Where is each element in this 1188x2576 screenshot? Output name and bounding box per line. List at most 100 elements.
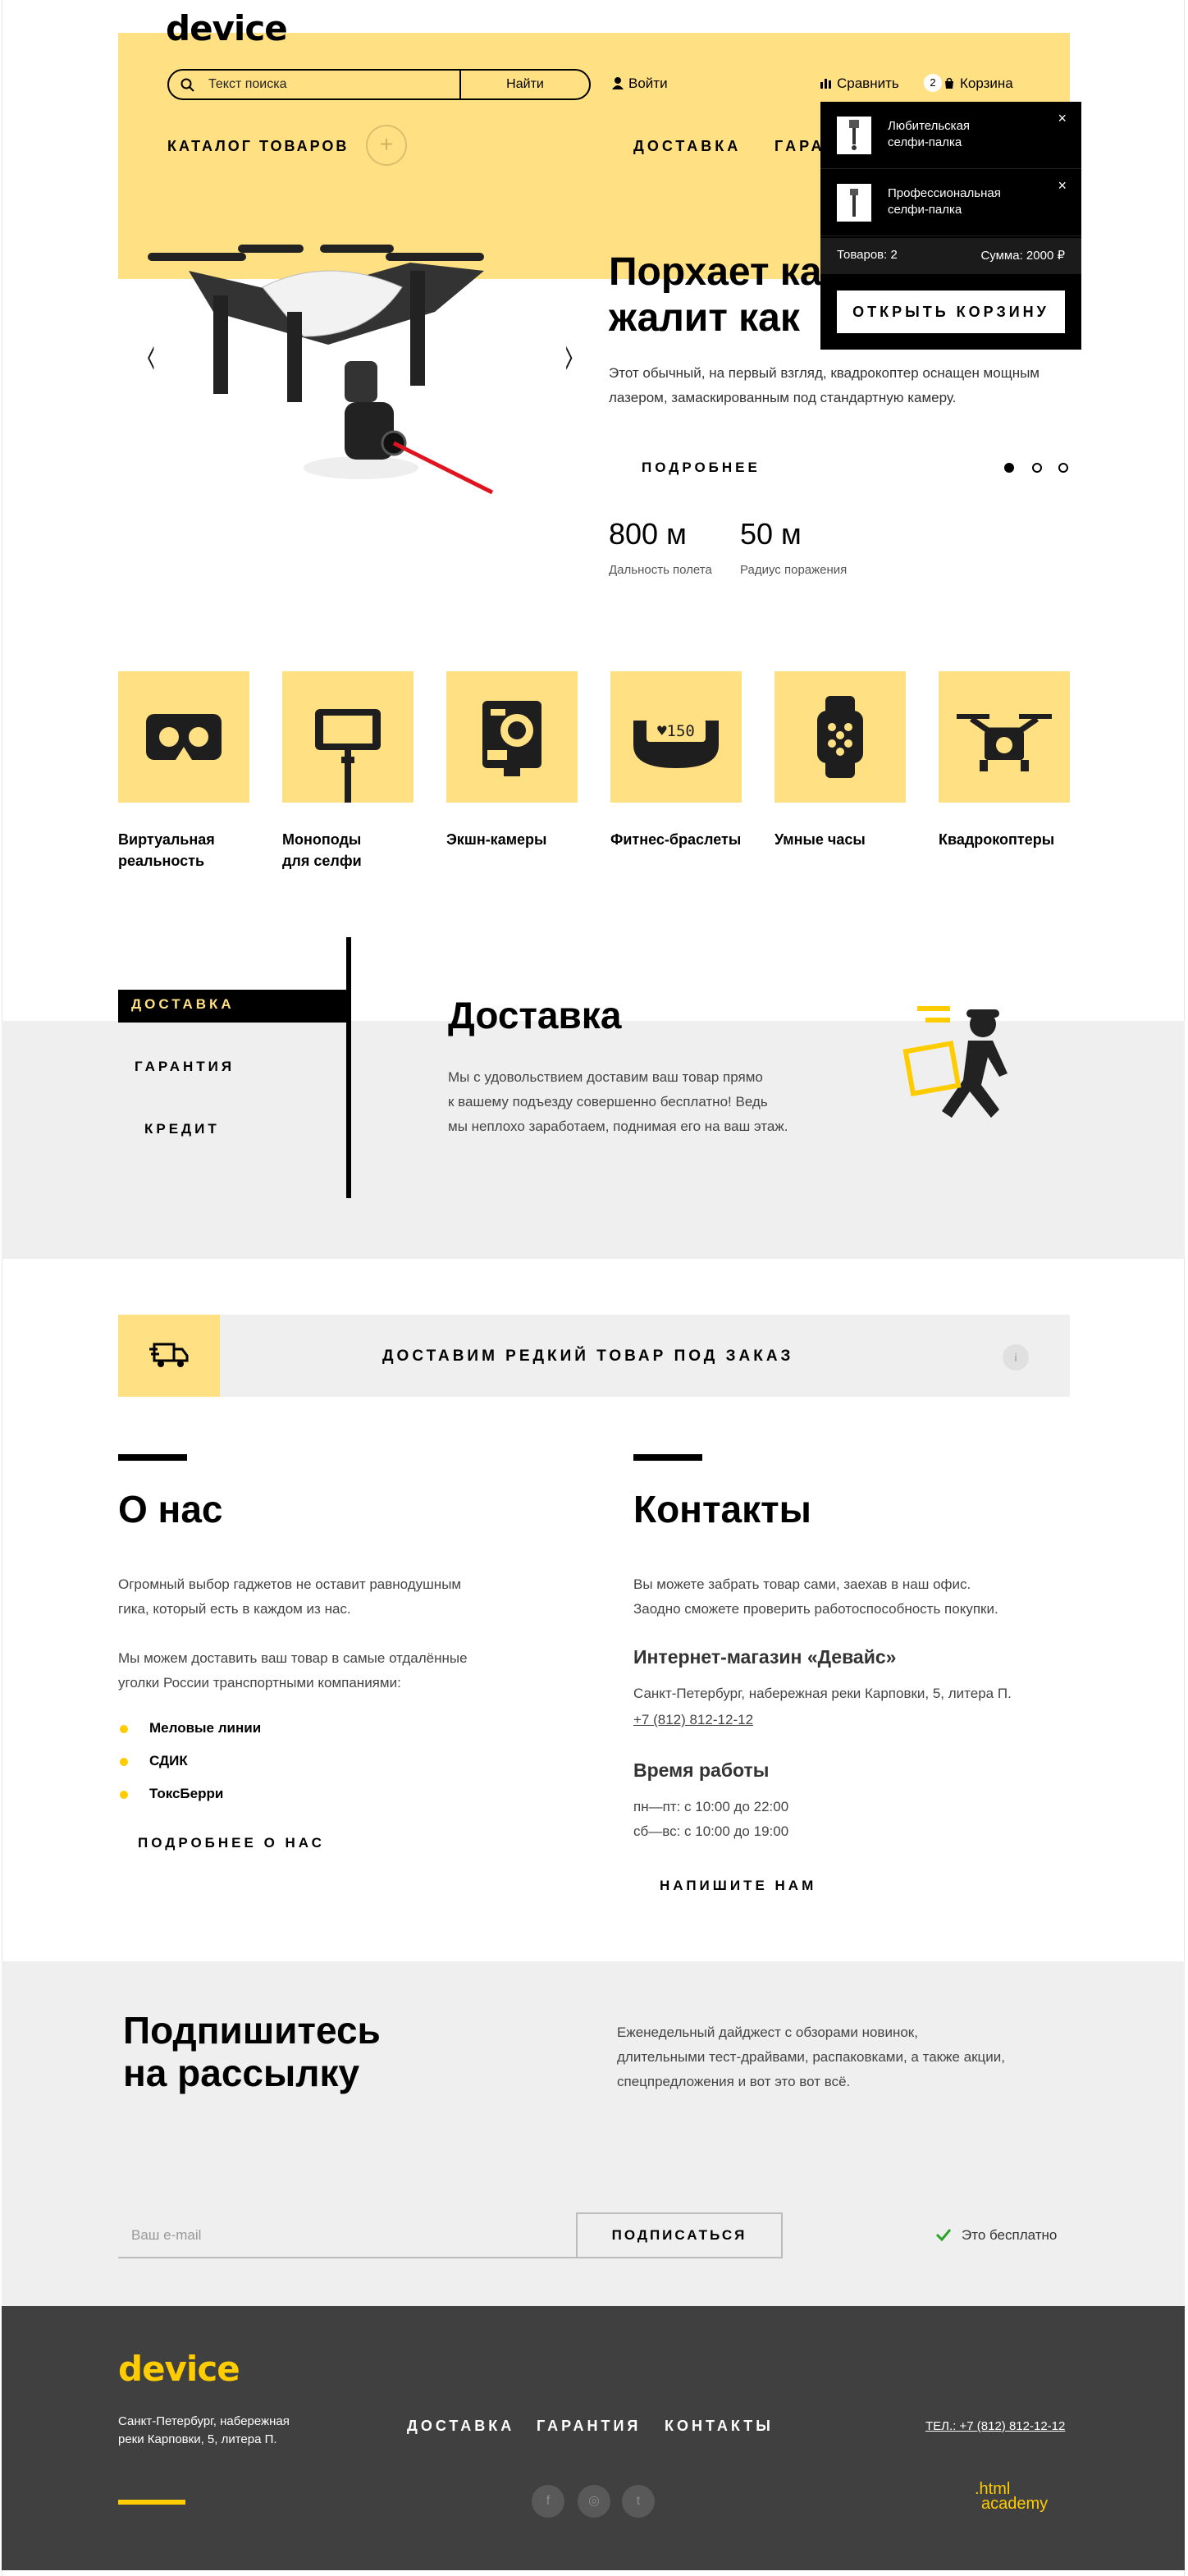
list-item: СДИК xyxy=(149,1753,188,1768)
category-action-cam[interactable] xyxy=(446,671,578,803)
footer-nav-contacts[interactable]: КОНТАКТЫ xyxy=(665,2418,774,2435)
category-smartwatch[interactable] xyxy=(774,671,906,803)
cart-item: Любительская селфи-палка × xyxy=(820,102,1081,169)
slide-text: Этот обычный, на первый взгляд, квадроко… xyxy=(609,365,1040,405)
selfie-stick-icon xyxy=(315,709,381,803)
category-selfie[interactable] xyxy=(282,671,414,803)
list-bullet xyxy=(120,1791,128,1799)
slide-title-line1: Порхает ка xyxy=(609,250,822,294)
svg-text:♥150: ♥150 xyxy=(657,722,695,740)
drone-image xyxy=(148,245,494,495)
about-more-button[interactable]: ПОДРОБНЕЕ О НАС xyxy=(135,1835,328,1851)
hours-weekend: сб—вс: с 10:00 до 19:00 xyxy=(633,1823,789,1839)
compare-label: Сравнить xyxy=(837,75,899,91)
cart-popup: Любительская селфи-палка × Профессиональ… xyxy=(820,102,1081,350)
services-divider xyxy=(346,937,351,1198)
instagram-icon[interactable]: ◎ xyxy=(578,2485,610,2518)
slide-more-button[interactable]: ПОДРОБНЕЕ xyxy=(638,460,764,476)
free-label: Это бесплатно xyxy=(962,2227,1058,2243)
category-fitness[interactable]: ♥150 xyxy=(610,671,742,803)
vr-headset-icon xyxy=(146,714,222,760)
open-cart-button[interactable]: ОТКРЫТЬ КОРЗИНУ xyxy=(837,291,1065,333)
cart-item: Профессиональная селфи-палка × xyxy=(820,169,1081,236)
courier-icon xyxy=(902,1006,1008,1118)
category-label[interactable]: Моноподы для селфи xyxy=(282,829,362,872)
subscribe-button[interactable]: ПОДПИСАТЬСЯ xyxy=(576,2212,783,2258)
user-icon xyxy=(612,77,624,89)
slide-title-line2: жалит как xyxy=(609,296,800,340)
action-camera-icon xyxy=(482,701,541,776)
cart-item-name: Любительская селфи-палка xyxy=(888,119,971,149)
search-form[interactable]: Текст поиска Найти xyxy=(167,69,591,100)
tab-delivery[interactable]: ДОСТАВКА xyxy=(131,996,235,1013)
footer-logo[interactable]: device xyxy=(118,2349,240,2389)
close-icon[interactable]: × xyxy=(1058,177,1067,194)
cart-count-text: Товаров: 2 xyxy=(837,248,898,262)
email-placeholder[interactable]: Ваш e-mail xyxy=(131,2227,201,2244)
category-label[interactable]: Экшн-камеры xyxy=(446,829,546,850)
login-link[interactable]: Войти xyxy=(612,75,668,92)
contacts-accent-bar xyxy=(633,1454,702,1461)
chart-bars-icon xyxy=(820,79,831,89)
login-label: Войти xyxy=(628,75,668,91)
about-accent-bar xyxy=(118,1454,187,1461)
contacts-text: Вы можете забрать товар сами, заехав в н… xyxy=(633,1576,998,1617)
shop-address: Санкт-Петербург, набережная реки Карповк… xyxy=(633,1686,1012,1701)
hours-weekdays: пн—пт: с 10:00 до 22:00 xyxy=(633,1799,789,1814)
tab-credit[interactable]: КРЕДИТ xyxy=(141,1121,223,1137)
slider-dot-3[interactable] xyxy=(1058,463,1068,473)
tab-guarantee[interactable]: ГАРАНТИЯ xyxy=(130,1059,239,1075)
footer-nav-delivery[interactable]: ДОСТАВКА xyxy=(407,2418,514,2435)
search-input[interactable]: Текст поиска xyxy=(208,77,286,92)
shop-title: Интернет-магазин «Девайс» xyxy=(633,1646,897,1668)
catalog-link[interactable]: КАТАЛОГ ТОВАРОВ xyxy=(167,138,349,155)
search-button[interactable]: Найти xyxy=(459,71,589,98)
list-item: ТоксБерри xyxy=(149,1786,224,1801)
nav-guarantee[interactable]: ГАРА xyxy=(774,138,825,155)
category-label[interactable]: Квадрокоптеры xyxy=(939,829,1054,850)
category-vr[interactable] xyxy=(118,671,249,803)
category-drones[interactable] xyxy=(939,671,1070,803)
category-label[interactable]: Виртуальная реальность xyxy=(118,829,215,872)
academy-logo[interactable]: .html academy xyxy=(975,2481,1048,2512)
logo[interactable]: device xyxy=(166,8,288,48)
slider-next-button[interactable]: › xyxy=(564,322,575,389)
promo-text: ДОСТАВИМ РЕДКИЙ ТОВАР ПОД ЗАКАЗ xyxy=(382,1347,794,1365)
promo-icon-box xyxy=(118,1315,220,1397)
subscribe-title: Подпишитесь на рассылку xyxy=(123,2009,381,2094)
facebook-icon[interactable]: f xyxy=(532,2485,564,2518)
about-title: О нас xyxy=(118,1488,223,1531)
fitness-band-icon: ♥150 xyxy=(633,719,719,768)
list-item: Меловые линии xyxy=(149,1720,262,1736)
compare-link[interactable]: Сравнить xyxy=(820,75,899,92)
slider-prev-button[interactable]: ‹ xyxy=(146,322,157,389)
category-label[interactable]: Фитнес-браслеты xyxy=(610,829,741,850)
stat-radius-label: Радиус поражения xyxy=(740,563,848,577)
slider-dot-2[interactable] xyxy=(1032,463,1042,473)
about-text-1: Огромный выбор гаджетов не оставит равно… xyxy=(118,1576,462,1617)
footer-phone[interactable]: ТЕЛ.: +7 (812) 812-12-12 xyxy=(925,2419,1065,2433)
bag-icon xyxy=(945,77,953,89)
cart-sum-text: Сумма: 2000 ₽ xyxy=(980,249,1065,263)
list-bullet xyxy=(120,1725,128,1733)
search-icon xyxy=(180,78,194,92)
category-label[interactable]: Умные часы xyxy=(774,829,866,850)
footer-nav-guarantee[interactable]: ГАРАНТИЯ xyxy=(537,2418,641,2435)
info-icon[interactable]: i xyxy=(1003,1344,1029,1370)
about-text-2: Мы можем доставить ваш товар в самые отд… xyxy=(118,1650,468,1691)
hours-title: Время работы xyxy=(633,1759,770,1781)
cart-link[interactable]: Корзина xyxy=(944,75,1013,92)
shop-phone[interactable]: +7 (812) 812-12-12 xyxy=(633,1712,753,1728)
nav-delivery[interactable]: ДОСТАВКА xyxy=(633,138,741,155)
services-text: Мы с удовольствием доставим ваш товар пр… xyxy=(448,1069,788,1134)
cart-item-thumb xyxy=(837,184,871,222)
twitter-icon[interactable]: t xyxy=(622,2485,655,2518)
close-icon[interactable]: × xyxy=(1058,110,1067,127)
write-us-button[interactable]: НАПИШИТЕ НАМ xyxy=(656,1878,820,1894)
stat-range-label: Дальность полета xyxy=(609,563,712,577)
check-icon xyxy=(935,2229,952,2242)
smartwatch-icon xyxy=(817,696,863,778)
catalog-plus-icon[interactable]: + xyxy=(366,125,407,166)
slider-dot-1[interactable] xyxy=(1004,463,1014,473)
cart-item-thumb xyxy=(837,117,871,154)
